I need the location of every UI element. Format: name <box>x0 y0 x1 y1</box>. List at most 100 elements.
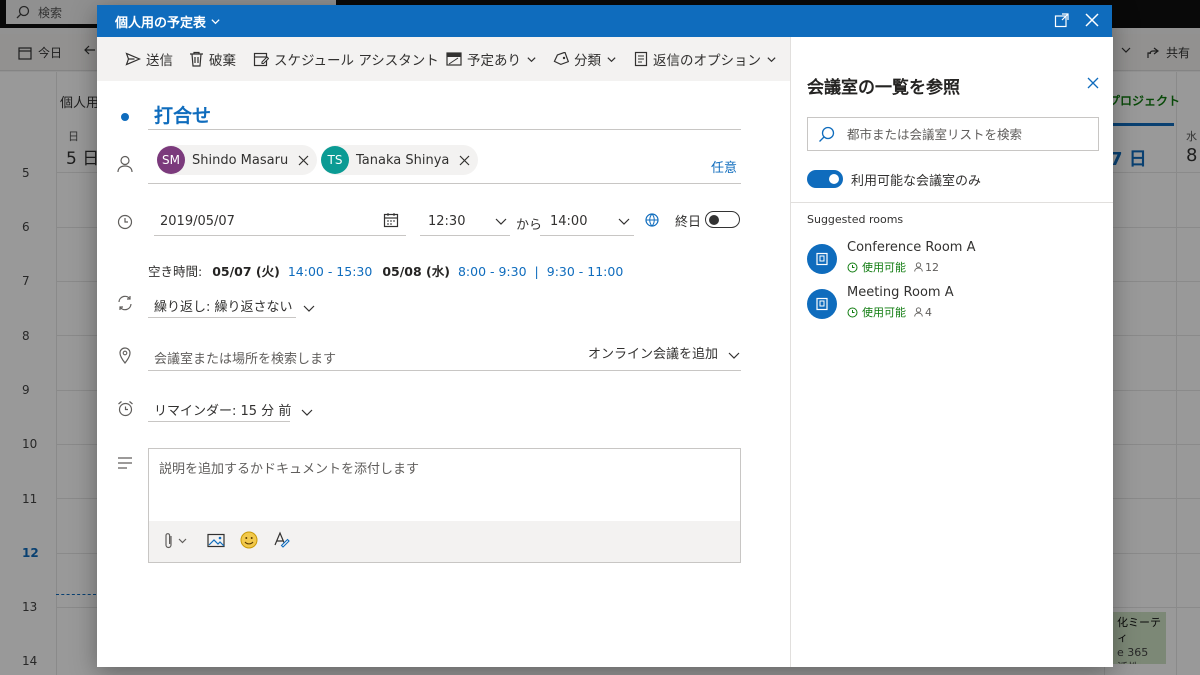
close-icon[interactable] <box>1087 77 1099 89</box>
clock-icon <box>117 214 133 230</box>
free-day: 05/07 (火) <box>212 264 280 279</box>
room-meta: 使用可能 12 <box>847 259 939 275</box>
categorize-label: 分類 <box>574 53 601 69</box>
free-slot-link[interactable]: 14:00 - 15:30 <box>288 264 373 279</box>
room-icon <box>807 244 837 274</box>
emoji-icon[interactable] <box>240 531 258 549</box>
all-day-label: 終日 <box>675 215 702 230</box>
room-capacity: 12 <box>914 261 939 274</box>
chevron-down-icon[interactable] <box>495 215 507 227</box>
reminder-dropdown[interactable]: リマインダー: 15 分 前 <box>154 400 313 419</box>
chevron-down-icon <box>606 54 617 65</box>
remove-attendee-icon[interactable] <box>459 155 470 166</box>
online-meeting-label: オンライン会議を追加 <box>588 347 719 362</box>
chevron-down-icon <box>210 16 221 27</box>
chevron-down-icon <box>303 302 315 314</box>
room-list-item[interactable]: Conference Room A 使用可能 12 <box>807 240 1097 280</box>
calendar-selector[interactable]: 個人用の予定表 <box>115 12 221 31</box>
room-icon <box>807 289 837 319</box>
all-day-toggle[interactable] <box>705 211 740 228</box>
description-placeholder: 説明を追加するかドキュメントを添付します <box>159 462 420 477</box>
clock-icon <box>847 262 858 273</box>
alarm-clock-icon <box>117 400 134 417</box>
free-slot-link[interactable]: 9:30 - 11:00 <box>547 264 624 279</box>
online-meeting-dropdown[interactable]: オンライン会議を追加 <box>588 343 740 362</box>
chevron-down-icon[interactable] <box>618 215 630 227</box>
panel-title: 会議室の一覧を参照 <box>807 78 960 98</box>
available-only-toggle[interactable] <box>807 170 843 188</box>
new-event-dialog: 個人用の予定表 送信 破棄 スケジュール アシスタント 予定あり 分類 返信のオ… <box>97 5 1113 667</box>
tag-icon <box>553 52 569 66</box>
scheduling-assistant-button[interactable]: スケジュール アシスタント <box>253 49 439 69</box>
calendar-icon[interactable] <box>383 212 399 228</box>
categorize-dropdown[interactable]: 分類 <box>553 49 617 69</box>
panel-divider <box>791 202 1113 203</box>
attendee-name: Shindo Masaru <box>192 152 289 168</box>
discard-button[interactable]: 破棄 <box>189 49 236 69</box>
reminder-underline <box>148 421 290 422</box>
person-icon <box>914 307 923 317</box>
dialog-title: 個人用の予定表 <box>115 16 207 31</box>
location-input[interactable]: 会議室または場所を検索します <box>154 348 336 367</box>
room-capacity: 4 <box>914 306 932 319</box>
window-actions <box>1054 12 1100 28</box>
popout-icon[interactable] <box>1054 12 1070 28</box>
timezone-icon[interactable] <box>644 212 660 228</box>
scheduling-icon <box>253 51 269 67</box>
close-icon[interactable] <box>1084 12 1100 28</box>
format-text-icon[interactable] <box>273 531 291 549</box>
room-name: Meeting Room A <box>847 285 954 300</box>
description-editor[interactable]: 説明を追加するかドキュメントを添付します <box>148 448 741 563</box>
date-underline <box>154 235 406 236</box>
room-finder-panel: 会議室の一覧を参照 利用可能な会議室のみ Suggested rooms Con… <box>790 37 1113 667</box>
to-label: から <box>516 218 543 233</box>
chevron-down-icon <box>301 406 313 418</box>
scheduling-assistant-label: スケジュール アシスタント <box>274 53 439 69</box>
room-search-box[interactable] <box>807 117 1099 151</box>
event-title-input[interactable]: 打合せ <box>154 101 211 128</box>
show-as-dropdown[interactable]: 予定あり <box>446 49 537 69</box>
suggested-rooms-header: Suggested rooms <box>807 213 904 226</box>
dialog-titlebar: 個人用の予定表 <box>97 5 1112 37</box>
optional-attendees-link[interactable]: 任意 <box>711 157 737 176</box>
attendee-chip[interactable]: SM Shindo Masaru <box>157 145 318 175</box>
response-options-dropdown[interactable]: 返信のオプション <box>634 49 777 69</box>
repeat-underline <box>148 317 296 318</box>
room-list-item[interactable]: Meeting Room A 使用可能 4 <box>807 285 1097 325</box>
free-day: 05/08 (水) <box>382 264 450 279</box>
chevron-down-icon <box>766 54 777 65</box>
attach-icon[interactable] <box>163 532 189 550</box>
repeat-dropdown[interactable]: 繰り返し: 繰り返さない <box>154 296 315 315</box>
attendees-underline <box>148 183 741 184</box>
busy-status-icon <box>446 52 462 66</box>
slot-separator: | <box>534 264 539 279</box>
repeat-label: 繰り返し: 繰り返さない <box>154 300 293 315</box>
remove-attendee-icon[interactable] <box>298 155 309 166</box>
clock-icon <box>847 307 858 318</box>
repeat-icon <box>117 295 133 311</box>
start-time-select[interactable]: 12:30 <box>428 214 465 229</box>
attendee-chip[interactable]: TS Tanaka Shinya <box>321 145 479 175</box>
send-button[interactable]: 送信 <box>125 49 173 69</box>
room-status: 使用可能 <box>862 306 906 319</box>
description-icon <box>117 457 133 469</box>
room-capacity-value: 12 <box>925 260 939 274</box>
end-time-select[interactable]: 14:00 <box>550 214 587 229</box>
room-meta: 使用可能 4 <box>847 304 932 320</box>
free-slot-link[interactable]: 8:00 - 9:30 <box>458 264 527 279</box>
room-search-input[interactable] <box>845 125 1089 143</box>
insert-picture-icon[interactable] <box>207 533 225 548</box>
start-date-input[interactable]: 2019/05/07 <box>160 214 235 229</box>
free-time-label: 空き時間: <box>148 264 203 279</box>
location-icon <box>119 347 131 364</box>
send-icon <box>125 51 141 67</box>
description-toolbar <box>149 521 740 562</box>
end-time-underline <box>540 235 634 236</box>
person-icon <box>914 262 923 272</box>
free-time-suggestions: 空き時間: 05/07 (火) 14:00 - 15:30 05/08 (水) … <box>148 261 623 280</box>
show-as-label: 予定あり <box>467 53 521 69</box>
attendee-name: Tanaka Shinya <box>356 152 450 168</box>
event-toolbar: 送信 破棄 スケジュール アシスタント 予定あり 分類 返信のオプション <box>97 37 790 81</box>
required-indicator <box>121 113 129 121</box>
reminder-label: リマインダー: 15 分 前 <box>154 404 292 419</box>
